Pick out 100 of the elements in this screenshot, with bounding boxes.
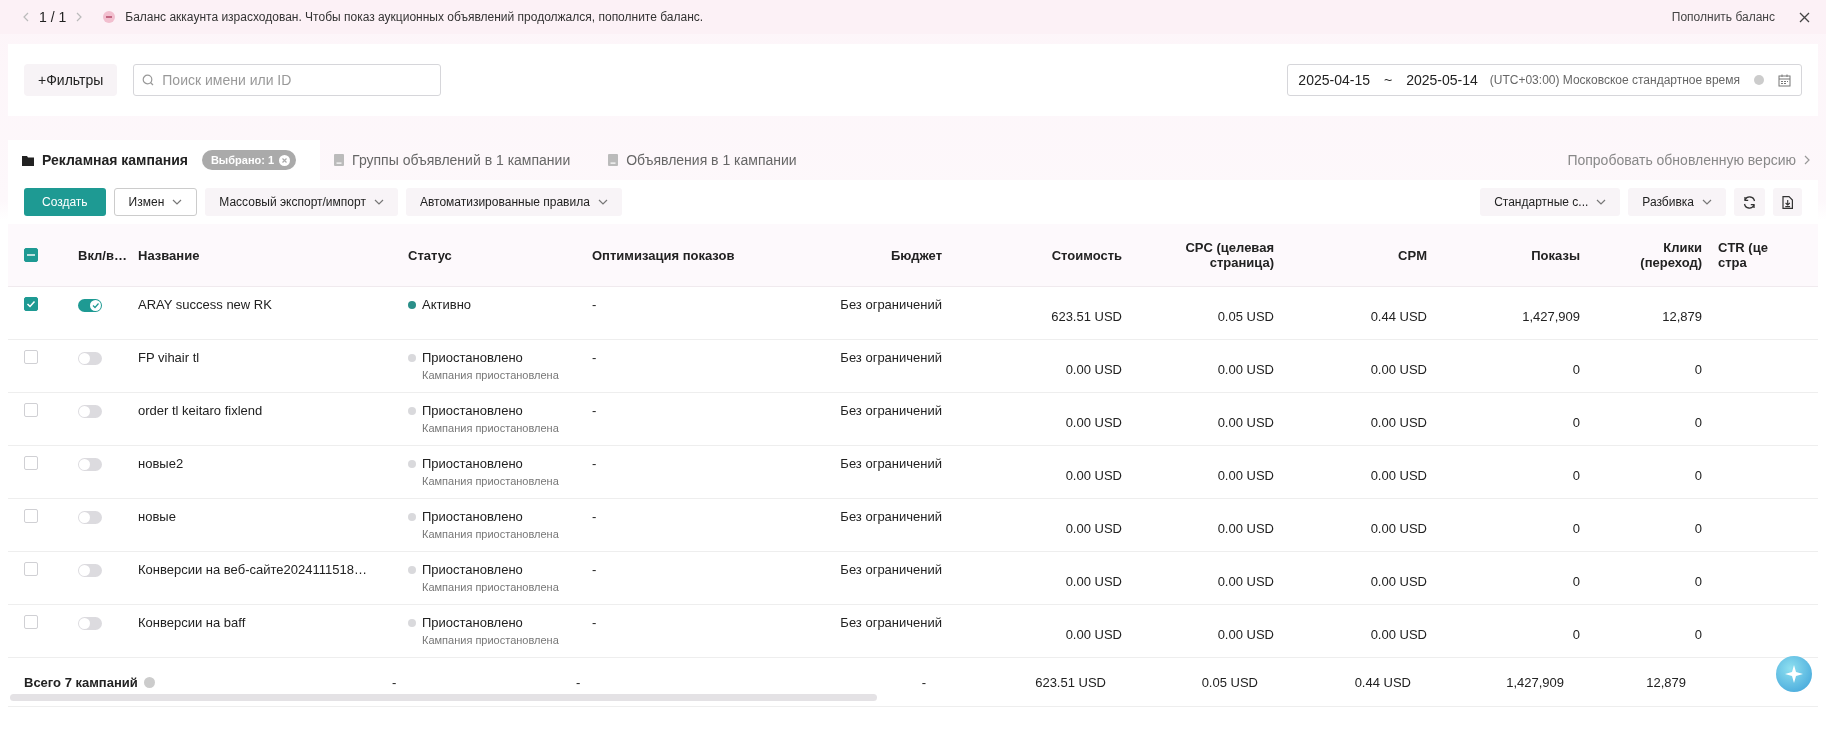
dropdown-button[interactable]: Измен [113, 188, 198, 216]
row-checkbox[interactable] [24, 350, 38, 364]
row-checkbox[interactable] [24, 297, 38, 311]
table-cell: - [592, 456, 597, 471]
row-checkbox[interactable] [24, 509, 38, 523]
sparkle-icon [1785, 665, 1803, 683]
assistant-button[interactable] [1776, 656, 1812, 692]
toggle-switch[interactable] [78, 617, 102, 630]
campaign-name[interactable]: новые2 [138, 456, 184, 471]
campaign-name[interactable]: Конверсии на веб-сайте2024111518… [138, 562, 367, 577]
search-field[interactable]: Поиск имени или ID [133, 64, 442, 96]
table-cell: 0.00 USD [1370, 362, 1427, 377]
tab[interactable]: Рекламная кампания Выбрано: 1 [8, 140, 321, 180]
table-cell: 0.05 USD [1217, 309, 1274, 324]
chevron-right-icon [1804, 155, 1810, 165]
row-checkbox[interactable] [24, 403, 38, 417]
table-cell: 1,427,909 [1506, 674, 1564, 690]
table-cell: 0.00 USD [1217, 574, 1274, 589]
table-cell: 0.00 USD [1370, 521, 1427, 536]
table-cell: 0.00 USD [1065, 362, 1122, 377]
folder-icon [22, 154, 34, 166]
filters-button[interactable]: +Фильтры [24, 64, 118, 96]
scrollbar[interactable] [10, 694, 877, 701]
caret-icon [1596, 199, 1607, 205]
table-cell: 0.00 USD [1217, 521, 1274, 536]
column-header: Название [137, 247, 201, 263]
column-header: Оптимизация показов [591, 247, 736, 263]
tab[interactable]: Группы объявлений в 1 кампании [320, 140, 595, 180]
table-cell: - [592, 562, 597, 577]
refresh-button[interactable] [1734, 188, 1765, 216]
clear-icon [279, 154, 291, 166]
check-icon [90, 300, 101, 311]
table-cell: 0.00 USD [1065, 574, 1122, 589]
table-cell: 12,879 [1646, 674, 1686, 690]
status-label: Приостановлено [422, 562, 523, 577]
select-all-checkbox[interactable] [24, 248, 38, 262]
caret-icon [597, 199, 608, 205]
column-header: Стоимость [1050, 247, 1123, 263]
toggle-switch[interactable] [78, 458, 102, 471]
row-checkbox[interactable] [24, 456, 38, 470]
table-cell: Без ограничений [840, 350, 942, 365]
table-cell: - [576, 674, 581, 690]
campaign-name[interactable]: Конверсии на baff [138, 615, 246, 630]
tab[interactable]: Объявления в 1 кампании [594, 140, 821, 180]
dropdown-button[interactable]: Стандартные с... [1480, 188, 1621, 216]
status-note: Кампания приостановлена [422, 422, 560, 434]
column-header: Показы [1530, 247, 1581, 263]
column-header: Статус [407, 247, 453, 263]
status-label: Приостановлено [422, 403, 523, 418]
table-cell: - [921, 674, 926, 690]
page-counter: 1 / 1 [39, 9, 67, 25]
table-cell: 0.00 USD [1217, 362, 1274, 377]
toggle-switch[interactable] [78, 564, 102, 577]
dropdown-button[interactable]: Разбивка [1628, 188, 1726, 216]
status-label: Приостановлено [422, 615, 523, 630]
table-cell: 0.00 USD [1065, 521, 1122, 536]
table-cell: 0.00 USD [1065, 415, 1122, 430]
table-cell: Без ограничений [840, 297, 942, 312]
column-header: Вкл/в… [77, 247, 128, 263]
status-note: Кампания приостановлена [422, 475, 560, 487]
toggle-switch[interactable] [78, 405, 102, 418]
table-cell: 623.51 USD [1051, 309, 1122, 324]
table-cell: - [592, 350, 597, 365]
top-up-link[interactable]: Пополнить баланс [1671, 10, 1775, 24]
date-range-picker[interactable]: 2025-04-15 ~ 2025-05-14 (UTC+03:00) Московское стандартное время [1287, 64, 1802, 96]
status-note: Кампания приостановлена [422, 369, 560, 381]
table-cell: 0.00 USD [1370, 574, 1427, 589]
table-cell: 1,427,909 [1522, 309, 1580, 324]
table-cell: 0.00 USD [1370, 627, 1427, 642]
table-cell: Без ограничений [840, 562, 942, 577]
dropdown-button[interactable]: Массовый экспорт/импорт [205, 188, 398, 216]
caret-icon [373, 199, 384, 205]
start-date: 2025-04-15 [1298, 72, 1370, 88]
campaign-name[interactable]: FP vihair tl [138, 350, 200, 365]
column-header: Клики (переход) [1639, 240, 1703, 270]
row-checkbox[interactable] [24, 615, 38, 629]
calendar-icon [1778, 73, 1791, 87]
row-checkbox[interactable] [24, 562, 38, 576]
status-label: Активно [422, 297, 472, 312]
table-cell: Без ограничений [840, 615, 942, 630]
table-cell: 0 [1572, 468, 1580, 483]
table-cell: 0 [1694, 627, 1702, 642]
toggle-switch[interactable] [78, 352, 102, 365]
download-file-icon [1782, 195, 1793, 209]
table-cell: 0 [1572, 415, 1580, 430]
campaign-name[interactable]: order tl keitaro fixlend [138, 403, 263, 418]
table-cell: - [592, 615, 597, 630]
dropdown-button[interactable]: Автоматизированные правила [405, 188, 622, 216]
campaign-name[interactable]: ARAY success new RK [138, 297, 272, 312]
table-cell: 12,879 [1662, 309, 1702, 324]
table-cell: 0 [1572, 574, 1580, 589]
toggle-switch[interactable] [78, 299, 102, 312]
table-cell: Без ограничений [840, 403, 942, 418]
export-button[interactable] [1773, 188, 1802, 216]
table-cell: 0.00 USD [1217, 627, 1274, 642]
campaign-name[interactable]: новые [138, 509, 176, 524]
toggle-switch[interactable] [78, 511, 102, 524]
table-cell: 0 [1694, 574, 1702, 589]
chevron-right-icon [76, 12, 84, 22]
table-cell: 0.00 USD [1370, 415, 1427, 430]
